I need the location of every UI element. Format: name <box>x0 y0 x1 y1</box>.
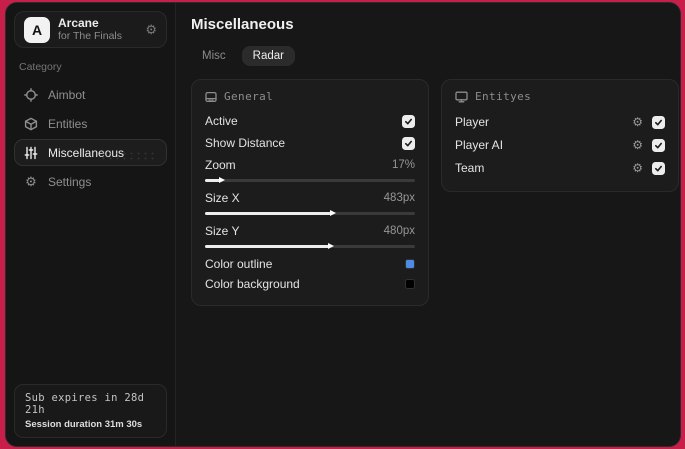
sidebar-item-label: Miscellaneous <box>48 145 125 160</box>
slider-fill <box>205 212 331 215</box>
tab-misc[interactable]: Misc <box>191 46 237 66</box>
tab-radar[interactable]: Radar <box>241 46 295 66</box>
setting-row-zoom: Zoom 17% <box>205 156 415 183</box>
gear-icon: ⚙ <box>25 174 37 189</box>
gear-icon[interactable]: ⚙ <box>632 116 643 128</box>
sidebar: A Arcane for The Finals ⚙ Category Aimbo… <box>6 3 176 446</box>
brand-subtitle: for The Finals <box>58 30 122 43</box>
sidebar-item-label: Entities <box>48 116 88 131</box>
size-x-value: 483px <box>383 192 415 204</box>
check-icon <box>654 142 663 148</box>
crosshair-icon <box>24 87 38 102</box>
sub-expiry-text: Sub expires in 28d 21h <box>25 392 145 416</box>
setting-row-color-background: Color background <box>205 275 415 293</box>
check-icon <box>404 140 413 146</box>
gear-icon[interactable]: ⚙ <box>632 162 643 174</box>
slider-fill <box>205 245 329 248</box>
entities-card: Entityes Player ⚙ Player AI ⚙ Team ⚙ <box>441 79 679 192</box>
sidebar-nav: Aimbot Entities Miscellaneous ⚙ Settings <box>14 81 167 195</box>
sidebar-item-label: Aimbot <box>48 87 86 102</box>
color-background-swatch[interactable] <box>405 279 415 289</box>
cube-icon <box>24 117 38 131</box>
general-card-header: General <box>205 90 415 103</box>
color-outline-swatch[interactable] <box>405 259 415 269</box>
app-logo-letter: A <box>31 21 43 38</box>
sidebar-item-label: Settings <box>48 174 92 189</box>
setting-row-active: Active <box>205 112 415 130</box>
check-icon <box>654 119 663 125</box>
zoom-slider[interactable] <box>205 177 415 183</box>
brand-text: Arcane for The Finals <box>58 15 122 43</box>
show-distance-checkbox[interactable] <box>402 136 415 150</box>
setting-row-size-y: Size Y 480px <box>205 222 415 249</box>
sidebar-item-aimbot[interactable]: Aimbot <box>14 81 167 108</box>
entities-card-header: Entityes <box>455 90 665 103</box>
slider-thumb[interactable] <box>327 243 334 249</box>
session-duration-text: Session duration 31m 30s <box>25 419 143 430</box>
zoom-value: 17% <box>391 159 415 171</box>
main-panel: Miscellaneous Misc Radar General Active <box>176 3 680 446</box>
brand-card: A Arcane for The Finals ⚙ <box>14 11 167 48</box>
category-label: Category <box>19 61 62 73</box>
size-x-slider[interactable] <box>205 210 415 216</box>
cards-row: General Active Show Distance Zoom 17% Si… <box>191 79 679 306</box>
app-logo: A <box>24 16 50 43</box>
player-checkbox[interactable] <box>652 115 665 129</box>
player-ai-checkbox[interactable] <box>652 138 665 152</box>
general-card: General Active Show Distance Zoom 17% Si… <box>191 79 429 306</box>
general-card-title: General <box>224 90 274 103</box>
size-y-value: 480px <box>383 225 415 237</box>
sidebar-item-entities[interactable]: Entities <box>14 110 167 137</box>
gear-icon[interactable]: ⚙ <box>632 139 643 151</box>
active-checkbox[interactable] <box>402 114 415 128</box>
app-window: A Arcane for The Finals ⚙ Category Aimbo… <box>5 2 681 447</box>
size-y-slider[interactable] <box>205 243 415 249</box>
sliders-icon <box>24 146 38 160</box>
entity-row-team: Team ⚙ <box>455 158 665 178</box>
sidebar-item-settings[interactable]: ⚙ Settings <box>14 168 167 195</box>
sidebar-item-miscellaneous[interactable]: Miscellaneous <box>14 139 167 166</box>
slider-thumb[interactable] <box>218 177 225 183</box>
tab-bar: Misc Radar <box>191 46 679 66</box>
slider-thumb[interactable] <box>330 210 336 216</box>
entity-row-player-ai: Player AI ⚙ <box>455 135 665 155</box>
panel-icon <box>205 91 217 102</box>
brand-title: Arcane <box>58 15 99 30</box>
gear-icon[interactable]: ⚙ <box>145 23 157 36</box>
slider-fill <box>205 179 220 182</box>
check-icon <box>654 165 663 171</box>
monitor-icon <box>455 91 468 102</box>
setting-row-size-x: Size X 483px <box>205 189 415 216</box>
check-icon <box>404 118 413 124</box>
setting-row-color-outline: Color outline <box>205 255 415 273</box>
entities-card-title: Entityes <box>475 90 532 103</box>
team-checkbox[interactable] <box>652 161 665 175</box>
setting-row-show-distance: Show Distance <box>205 134 415 152</box>
page-title: Miscellaneous <box>191 16 294 33</box>
subscription-card: Sub expires in 28d 21h Session duration … <box>14 384 167 438</box>
entity-row-player: Player ⚙ <box>455 112 665 132</box>
